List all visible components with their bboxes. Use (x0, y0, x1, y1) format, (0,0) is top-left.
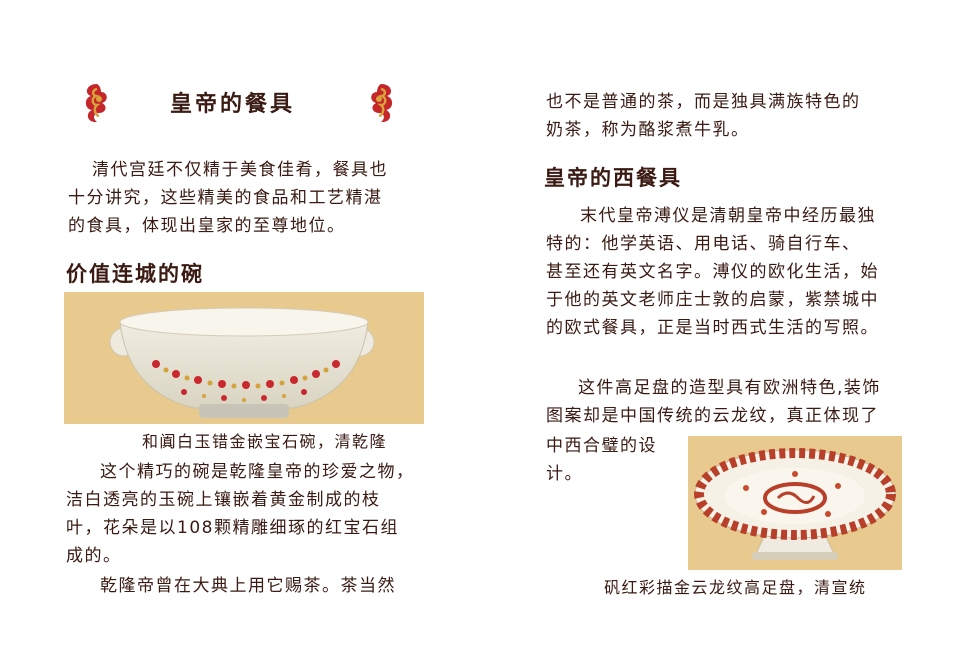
plate-desc-line: 计。 (546, 464, 583, 484)
bowl-desc-line: 成的。 (66, 546, 122, 566)
bowl-caption: 和阗白玉错金嵌宝石碗，清乾隆 (142, 432, 388, 451)
cloud-scroll-ornament-icon (85, 84, 107, 123)
jade-bowl-image (64, 292, 424, 424)
plate-desc-line: 图案却是中国传统的云龙纹，真正体现了 (546, 406, 879, 426)
page-title: 皇帝的餐具 (170, 92, 296, 117)
tea-cont-line: 也不是普通的茶，而是独具满族特色的 (546, 92, 861, 112)
intro-line: 清代宫廷不仅精于美食佳肴，餐具也 (92, 160, 388, 180)
book-spread: 皇帝的餐具 清代宫廷不仅精于美食佳肴，餐具也 十分讲究，这些精美的食品和工艺精湛… (0, 0, 968, 664)
tea-line: 乾隆帝曾在大典上用它赐茶。茶当然 (100, 576, 396, 596)
section-heading-bowl: 价值连城的碗 (66, 262, 204, 286)
western-desc-line: 的欧式餐具，正是当时西式生活的写照。 (546, 318, 879, 338)
bowl-desc-line: 这个精巧的碗是乾隆皇帝的珍爱之物， (100, 462, 415, 482)
western-desc-line: 末代皇帝溥仪是清朝皇帝中经历最独 (580, 206, 876, 226)
plate-desc-line: 这件高足盘的造型具有欧洲特色,装饰 (578, 378, 881, 398)
plate-desc-line: 中西合璧的设 (546, 436, 657, 456)
section-heading-western: 皇帝的西餐具 (544, 166, 682, 190)
bowl-desc-line: 叶，花朵是以108颗精雕细琢的红宝石组 (66, 518, 399, 538)
bowl-desc-line: 洁白透亮的玉碗上镶嵌着黄金制成的枝 (66, 490, 381, 510)
western-desc-line: 特的：他学英语、用电话、骑自行车、 (546, 234, 861, 254)
western-desc-line: 甚至还有英文名字。溥仪的欧化生活，始 (546, 262, 879, 282)
cloud-scroll-ornament-icon (371, 84, 393, 123)
tea-cont-line: 奶茶，称为酪浆煮牛乳。 (546, 120, 750, 140)
intro-line: 的食具，体现出皇家的至尊地位。 (68, 216, 346, 236)
western-desc-line: 于他的英文老师庄士敦的启蒙，紫禁城中 (546, 290, 879, 310)
dragon-plate-image (688, 436, 902, 570)
plate-caption: 矾红彩描金云龙纹高足盘，清宣统 (604, 578, 867, 597)
intro-line: 十分讲究，这些精美的食品和工艺精湛 (68, 188, 383, 208)
